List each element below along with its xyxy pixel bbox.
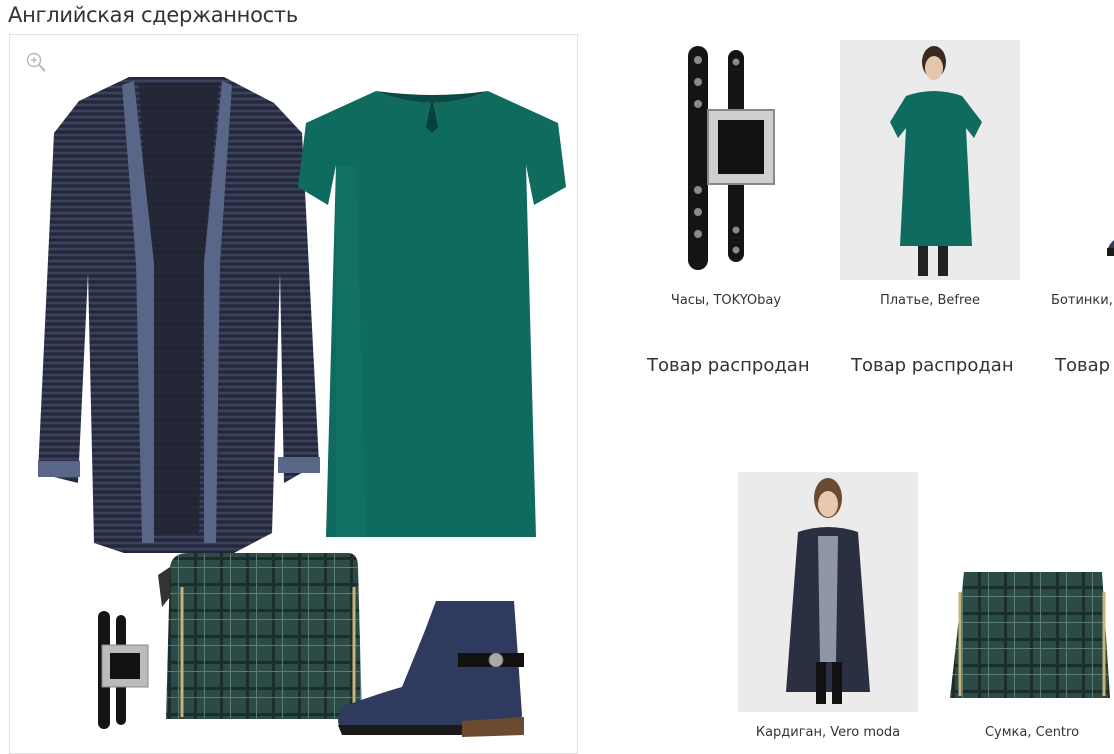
boots-image bbox=[338, 601, 524, 737]
product-card[interactable]: Платье, Befree bbox=[840, 40, 1020, 308]
watch-image bbox=[98, 611, 149, 729]
product-caption[interactable]: Часы, TOKYObay bbox=[636, 293, 816, 308]
product-caption[interactable]: Кардиган, Vero moda bbox=[738, 725, 918, 740]
product-image[interactable] bbox=[840, 40, 1020, 280]
product-caption[interactable]: Платье, Befree bbox=[840, 293, 1020, 308]
outfit-collage[interactable] bbox=[9, 34, 578, 754]
product-caption[interactable]: Сумка, Centro bbox=[942, 725, 1114, 740]
product-card[interactable]: Часы, TOKYObay bbox=[636, 40, 816, 308]
product-image[interactable] bbox=[1044, 40, 1114, 280]
sold-out-label: Товар распродан bbox=[851, 355, 1014, 376]
product-image[interactable] bbox=[636, 40, 816, 280]
sold-out-label: Товар распродан bbox=[647, 355, 810, 376]
product-card[interactable]: Кардиган, Vero moda bbox=[738, 472, 918, 740]
page-title: Английская сдержанность bbox=[8, 3, 298, 27]
sold-out-label: Товар bbox=[1055, 355, 1111, 376]
product-caption[interactable]: Ботинки, bbox=[1044, 293, 1114, 308]
cardigan-image bbox=[38, 77, 320, 553]
product-card[interactable]: Сумка, Centro bbox=[942, 472, 1114, 740]
zoom-in-icon[interactable] bbox=[25, 51, 47, 73]
product-card[interactable]: Ботинки, bbox=[1044, 40, 1114, 308]
dress-image bbox=[298, 91, 566, 537]
product-image[interactable] bbox=[942, 472, 1114, 712]
product-image[interactable] bbox=[738, 472, 918, 712]
